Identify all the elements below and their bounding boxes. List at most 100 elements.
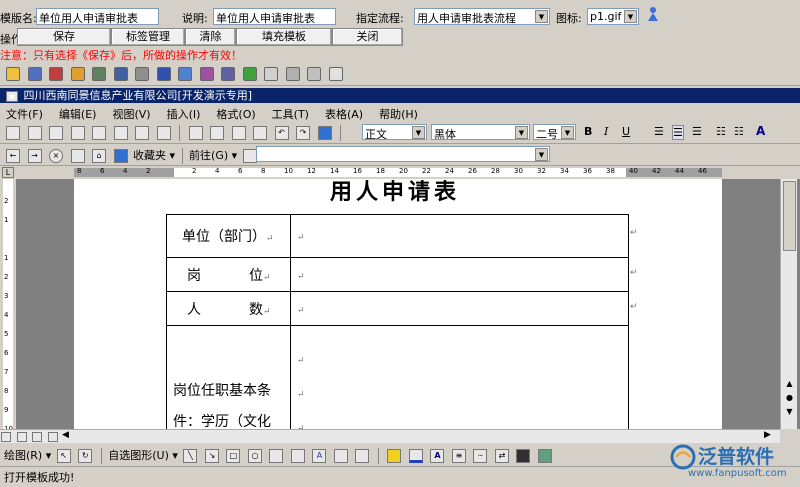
desc-input[interactable]: 单位用人申请审批表 xyxy=(213,8,336,25)
dropdown-arrow-icon[interactable]: ▼ xyxy=(515,126,528,139)
next-page-icon[interactable]: ▼ xyxy=(783,407,796,419)
table-cell-label[interactable]: 单位（部门）↵ xyxy=(166,214,291,258)
bold-button[interactable]: B xyxy=(584,125,592,138)
print-icon[interactable] xyxy=(92,126,106,140)
page-icon[interactable] xyxy=(264,67,278,81)
clipart-icon[interactable] xyxy=(355,449,370,463)
spelling-icon[interactable] xyxy=(135,126,149,140)
menu-view[interactable]: 视图(V) xyxy=(112,106,150,122)
back-arrow-icon[interactable]: ← xyxy=(6,149,20,163)
redo-icon[interactable]: ↷ xyxy=(296,126,310,140)
table-cell-label[interactable]: 岗 位↵ xyxy=(166,257,291,292)
menu-help[interactable]: 帮助(H) xyxy=(379,106,418,122)
edit-icon[interactable] xyxy=(178,67,192,81)
arrow-style-icon[interactable]: ⇄ xyxy=(494,449,509,463)
diagram-icon[interactable] xyxy=(333,449,348,463)
horizontal-scrollbar[interactable]: ◀ ▶ xyxy=(0,429,780,443)
vertical-scrollbar[interactable]: ▲ ● ▼ xyxy=(780,179,797,429)
align-center-icon[interactable]: ☰ xyxy=(672,125,684,140)
forward-arrow-icon[interactable]: → xyxy=(27,149,42,163)
print-icon[interactable] xyxy=(135,67,149,81)
menu-edit[interactable]: 编辑(E) xyxy=(59,106,97,122)
table-cell-value[interactable]: ↵ xyxy=(290,291,629,326)
format-painter-icon[interactable] xyxy=(253,126,267,140)
draw-arrow-icon[interactable]: ▾ xyxy=(46,449,52,462)
new-doc-icon[interactable] xyxy=(6,126,20,140)
menu-insert[interactable]: 插入(I) xyxy=(167,106,201,122)
line-style-icon[interactable]: ≡ xyxy=(451,449,466,463)
font-select[interactable]: 黑体 ▼ xyxy=(431,124,530,140)
wordart-icon[interactable]: A xyxy=(312,449,327,463)
paste-icon[interactable] xyxy=(231,126,246,140)
menu-file[interactable]: 文件(F) xyxy=(6,106,43,122)
show-only-web-icon[interactable] xyxy=(242,149,257,163)
dropdown-arrow-icon[interactable]: ▼ xyxy=(624,10,637,23)
flow-select[interactable]: 用人申请审批表流程 ▼ xyxy=(414,8,550,25)
save-button[interactable]: 保存 xyxy=(17,28,111,46)
copy-icon[interactable] xyxy=(285,67,300,81)
open-folder-icon[interactable] xyxy=(6,67,20,81)
font-color-icon[interactable]: A xyxy=(756,124,765,138)
italic-button[interactable]: I xyxy=(604,125,608,138)
link-icon[interactable] xyxy=(307,67,321,81)
sign-icon[interactable] xyxy=(221,67,235,81)
tab-selector-icon[interactable]: L xyxy=(2,167,14,178)
underline-button[interactable]: U xyxy=(622,125,630,138)
oval-tool-icon[interactable]: ○ xyxy=(247,449,262,463)
close-button[interactable]: 关闭 xyxy=(332,28,403,46)
scroll-left-icon[interactable]: ◀ xyxy=(62,430,69,440)
print-layout-icon[interactable] xyxy=(32,432,42,442)
scroll-right-icon[interactable]: ▶ xyxy=(764,430,771,440)
signature-icon[interactable] xyxy=(199,67,214,81)
menu-format[interactable]: 格式(O) xyxy=(216,106,255,122)
autoshape-menu[interactable]: 自选图形(U) xyxy=(108,449,169,462)
prev-page-icon[interactable]: ▲ xyxy=(783,379,796,391)
3d-style-icon[interactable] xyxy=(537,449,552,463)
home-icon[interactable]: ⌂ xyxy=(92,149,106,163)
shadow-style-icon[interactable] xyxy=(516,449,531,463)
image-icon[interactable] xyxy=(242,67,257,81)
research-icon[interactable] xyxy=(156,126,171,140)
address-input[interactable]: ▼ xyxy=(256,146,550,162)
icon-select[interactable]: p1.gif ▼ xyxy=(587,8,639,25)
cut-icon[interactable] xyxy=(188,126,203,140)
favorites-arrow-icon[interactable]: ▾ xyxy=(170,149,176,162)
fill-color-icon[interactable] xyxy=(387,449,402,463)
dropdown-arrow-icon[interactable]: ▼ xyxy=(535,10,548,23)
hyperlink-icon[interactable] xyxy=(317,126,332,140)
table-cell-value[interactable]: ↵ xyxy=(290,214,629,258)
track-icon[interactable] xyxy=(156,67,171,81)
table-cell-value[interactable]: ↵ xyxy=(290,257,629,292)
menu-table[interactable]: 表格(A) xyxy=(325,106,363,122)
book-icon[interactable] xyxy=(113,67,128,81)
favorites-label[interactable]: 收藏夹 xyxy=(133,149,166,162)
style-select[interactable]: 正文 ▼ xyxy=(362,124,427,140)
text-box-icon[interactable] xyxy=(328,67,343,81)
align-right-icon[interactable]: ☰ xyxy=(692,125,702,138)
goto-label[interactable]: 前往(G) xyxy=(189,149,228,162)
vertical-textbox-icon[interactable] xyxy=(290,449,305,463)
refresh-icon[interactable] xyxy=(70,149,85,163)
dropdown-arrow-icon[interactable]: ▼ xyxy=(412,126,425,139)
dropdown-arrow-icon[interactable]: ▼ xyxy=(561,126,574,139)
draw-menu[interactable]: 绘图(R) xyxy=(4,449,42,462)
size-select[interactable]: 二号 ▼ xyxy=(533,124,576,140)
save-disk-icon[interactable] xyxy=(27,67,42,81)
outline-view-icon[interactable] xyxy=(47,432,58,442)
autoshape-arrow-icon[interactable]: ▾ xyxy=(172,449,178,462)
indent-icon[interactable]: ☷ xyxy=(734,125,744,138)
normal-view-icon[interactable] xyxy=(1,432,11,442)
rectangle-tool-icon[interactable]: □ xyxy=(226,449,241,463)
save-icon[interactable] xyxy=(49,126,63,140)
print-preview-icon[interactable] xyxy=(113,126,128,140)
folder-icon[interactable] xyxy=(70,67,85,81)
dash-style-icon[interactable]: ┄ xyxy=(473,449,488,463)
numbering-icon[interactable]: ☷ xyxy=(716,125,726,138)
permission-icon[interactable] xyxy=(70,126,85,140)
search-icon[interactable] xyxy=(113,149,128,163)
save-as-icon[interactable] xyxy=(49,67,63,81)
align-left-icon[interactable]: ☰ xyxy=(654,125,664,138)
open-icon[interactable] xyxy=(27,126,42,140)
print-preview-icon[interactable] xyxy=(92,67,106,81)
line-tool-icon[interactable]: ╲ xyxy=(183,449,198,463)
